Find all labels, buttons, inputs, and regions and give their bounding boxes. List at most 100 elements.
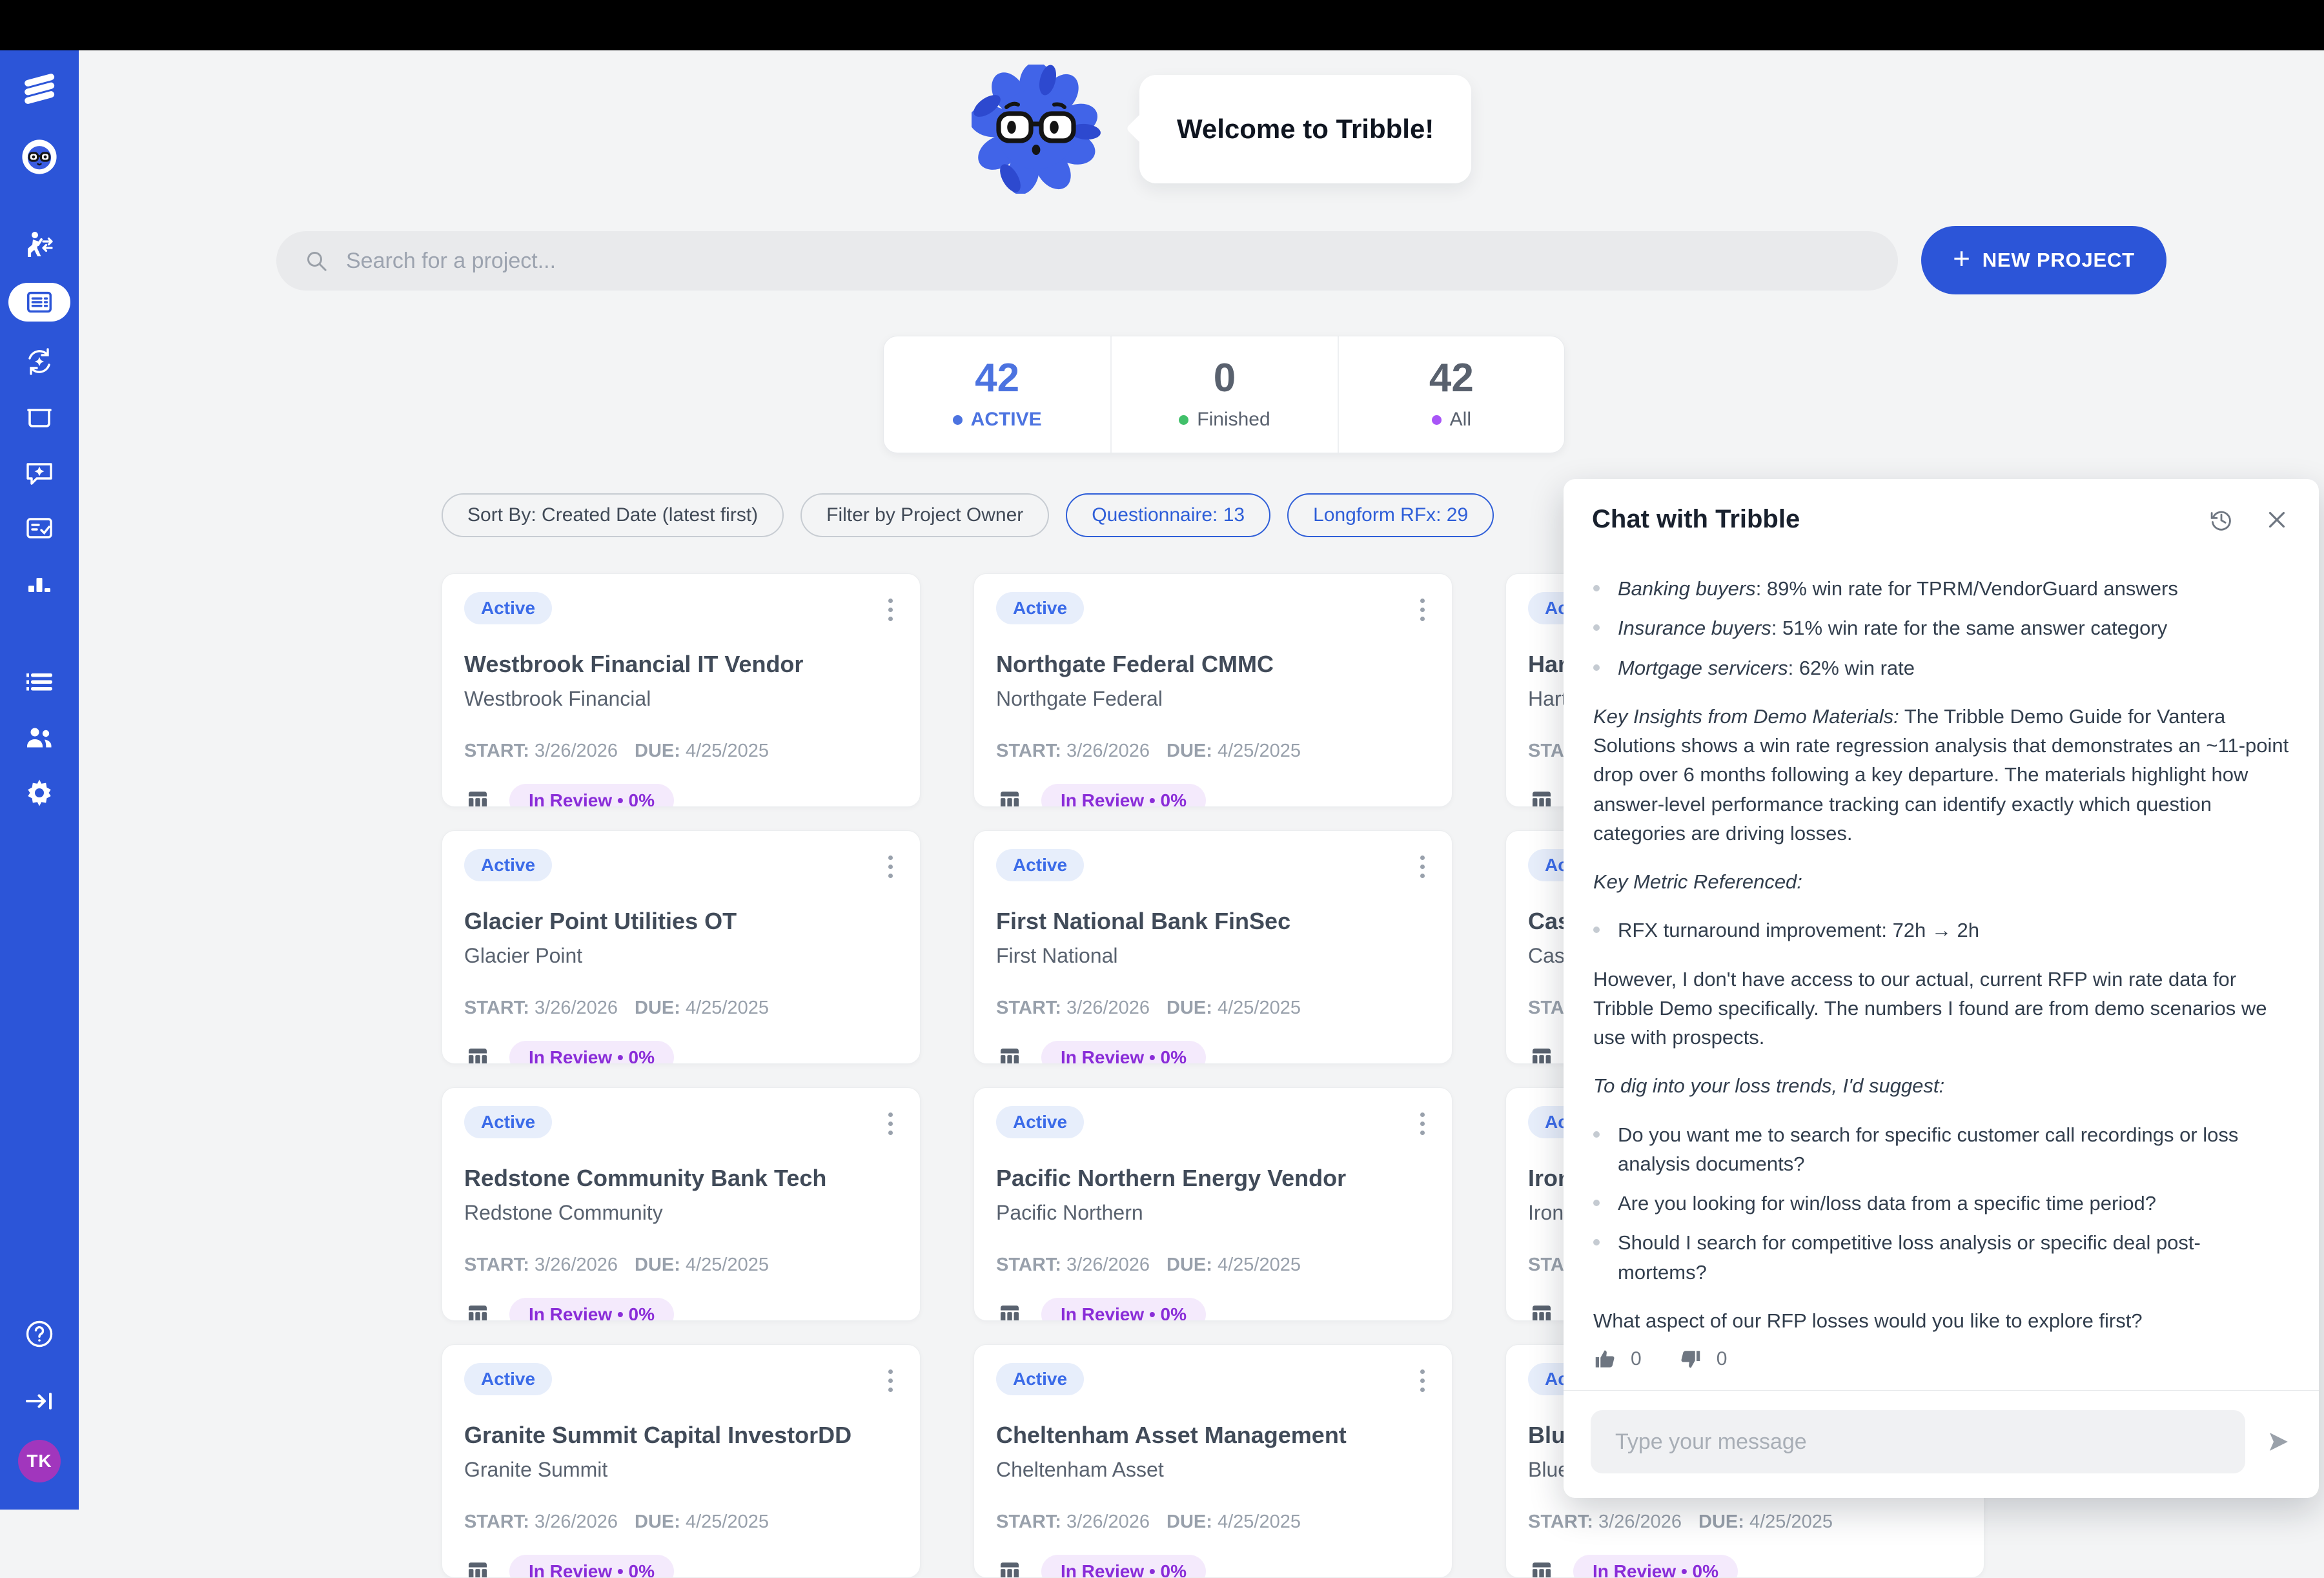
table-icon — [1528, 1301, 1555, 1321]
sidebar-item-chat-sparkle[interactable] — [24, 457, 55, 488]
user-avatar[interactable]: TK — [18, 1440, 61, 1482]
sidebar-item-settings[interactable] — [24, 777, 55, 808]
project-dates: START: 3/26/2026DUE: 4/25/2025 — [464, 998, 898, 1019]
tribble-mascot-icon — [972, 65, 1101, 194]
project-card[interactable]: ActivePacific Northern Energy VendorPaci… — [973, 1087, 1452, 1321]
thumbs-up-button[interactable]: 0 — [1593, 1347, 1642, 1371]
sidebar-item-projects[interactable] — [8, 283, 70, 322]
sidebar-item-walkthrough[interactable] — [24, 230, 55, 261]
stat-finished[interactable]: 0Finished — [1110, 336, 1337, 453]
card-menu-icon[interactable] — [1415, 1106, 1430, 1142]
progress-badge: In Review • 0% — [509, 784, 674, 807]
chat-paragraph: However, I don't have access to our actu… — [1593, 965, 2289, 1052]
project-card[interactable]: Active Cheltenham Asset Management Chelten… — [973, 1344, 1452, 1578]
sidebar-item-tray[interactable] — [24, 402, 55, 433]
thumbs-down-count: 0 — [1717, 1348, 1728, 1370]
tribble-logo-icon[interactable] — [22, 71, 57, 106]
sidebar-item-list-rows[interactable] — [24, 666, 55, 697]
project-dates: START: 3/26/2026DUE: 4/25/2025 — [464, 1255, 898, 1276]
stat-all[interactable]: 42All — [1338, 336, 1564, 453]
project-card[interactable]: Active Westbrook Financial IT Vendor Westb… — [442, 573, 921, 807]
thumbs-down-button[interactable]: 0 — [1679, 1347, 1728, 1371]
sidebar-item-checklist[interactable] — [24, 513, 55, 544]
mascot-avatar-icon[interactable] — [21, 138, 58, 176]
stat-dot-icon — [953, 415, 963, 425]
bullet-dot-icon — [1593, 624, 1600, 631]
project-subtitle: Granite Summit — [464, 1458, 898, 1482]
project-card[interactable]: ActiveRedstone Community Bank TechRedsto… — [442, 1087, 921, 1321]
sidebar-item-sync-sparkle[interactable] — [24, 346, 55, 377]
progress-badge: In Review • 0% — [1573, 1555, 1738, 1578]
chat-paragraph: Key Insights from Demo Materials: The Tr… — [1593, 702, 2289, 848]
chat-bullet-list: Banking buyers: 89% win rate for TPRM/Ve… — [1593, 574, 2289, 682]
chat-header: Chat with Tribble — [1564, 479, 2319, 539]
status-badge: Active — [464, 1363, 552, 1395]
plus-icon: + — [1953, 241, 1971, 276]
card-menu-icon[interactable] — [883, 849, 898, 885]
table-icon — [1528, 787, 1555, 807]
sidebar-item-bar-chart[interactable] — [24, 568, 55, 599]
project-card[interactable]: ActiveGlacier Point Utilities OTGlacier … — [442, 830, 921, 1064]
chat-bullet-list: RFX turnaround improvement: 72h → 2h — [1593, 916, 2289, 945]
project-dates: START: 3/26/2026DUE: 4/25/2025 — [464, 1511, 898, 1533]
project-card[interactable]: ActiveFirst National Bank FinSecFirst Na… — [973, 830, 1452, 1064]
sidebar-item-help[interactable] — [24, 1318, 55, 1349]
stat-value: 42 — [975, 358, 1019, 398]
card-menu-icon[interactable] — [1415, 1363, 1430, 1399]
sidebar-item-people[interactable] — [24, 722, 55, 753]
project-title: Pacific Northern Energy Vendor — [996, 1165, 1430, 1192]
chat-bullet-list: Do you want me to search for specific cu… — [1593, 1120, 2289, 1287]
welcome-title: Welcome to Tribble! — [1177, 114, 1434, 145]
chat-bullet-item: Should I search for competitive loss ana… — [1593, 1228, 2289, 1287]
card-menu-icon[interactable] — [1415, 849, 1430, 885]
chat-message-input[interactable] — [1591, 1410, 2245, 1473]
bullet-dot-icon — [1593, 664, 1600, 671]
chat-paragraph: Key Metric Referenced: — [1593, 867, 2289, 896]
progress-badge: In Review • 0% — [509, 1555, 674, 1578]
stat-value: 0 — [1214, 358, 1236, 398]
table-icon — [1528, 1558, 1555, 1578]
project-subtitle: Westbrook Financial — [464, 687, 898, 711]
project-dates: START: 3/26/2026DUE: 4/25/2025 — [996, 998, 1430, 1019]
project-dates: START: 3/26/2026DUE: 4/25/2025 — [996, 741, 1430, 762]
project-dates: START: 3/26/2026DUE: 4/25/2025 — [996, 1511, 1430, 1533]
filter-chip[interactable]: Longform RFx: 29 — [1287, 493, 1494, 537]
chat-bullet-item: Are you looking for win/loss data from a… — [1593, 1189, 2289, 1218]
project-card[interactable]: ActiveGranite Summit Capital InvestorDDG… — [442, 1344, 921, 1578]
progress-badge: In Review • 0% — [509, 1041, 674, 1064]
project-subtitle: First National — [996, 944, 1430, 968]
project-search[interactable] — [276, 231, 1898, 291]
send-icon — [2265, 1428, 2292, 1455]
table-icon — [464, 1301, 491, 1321]
stat-label: ACTIVE — [971, 409, 1042, 431]
table-icon — [996, 1301, 1023, 1321]
card-menu-icon[interactable] — [1415, 592, 1430, 628]
chat-paragraph: What aspect of our RFP losses would you … — [1593, 1306, 2289, 1335]
close-icon[interactable] — [2263, 506, 2290, 533]
project-subtitle: Cheltenham Asset — [996, 1458, 1430, 1482]
filter-chip[interactable]: Filter by Project Owner — [800, 493, 1049, 537]
project-title: Cheltenham Asset Management — [996, 1422, 1430, 1449]
card-menu-icon[interactable] — [883, 592, 898, 628]
status-badge: Active — [464, 592, 552, 624]
filter-chip[interactable]: Sort By: Created Date (latest first) — [442, 493, 784, 537]
status-badge: Active — [996, 1363, 1084, 1395]
chat-message: Banking buyers: 89% win rate for TPRM/Ve… — [1564, 539, 2319, 1335]
chat-bullet-item: Banking buyers: 89% win rate for TPRM/Ve… — [1593, 574, 2289, 603]
card-menu-icon[interactable] — [883, 1363, 898, 1399]
chat-title: Chat with Tribble — [1592, 505, 1800, 534]
sidebar-item-logout[interactable] — [24, 1386, 55, 1417]
send-button[interactable] — [2265, 1428, 2292, 1455]
project-dates: START: 3/26/2026DUE: 4/25/2025 — [464, 741, 898, 762]
history-icon[interactable] — [2208, 506, 2235, 533]
bullet-dot-icon — [1593, 585, 1600, 591]
search-input[interactable] — [346, 249, 1871, 274]
card-menu-icon[interactable] — [883, 1106, 898, 1142]
filter-chip[interactable]: Questionnaire: 13 — [1066, 493, 1270, 537]
sidebar: TK — [0, 50, 79, 1510]
project-card[interactable]: ActiveNorthgate Federal CMMCNorthgate Fe… — [973, 573, 1452, 807]
project-title: Westbrook Financial IT Vendor — [464, 651, 898, 678]
filter-chips: Sort By: Created Date (latest first) Filt… — [442, 493, 1494, 537]
stat-active[interactable]: 42 ACTIVE — [884, 336, 1110, 453]
new-project-button[interactable]: + NEW PROJECT — [1921, 226, 2166, 294]
